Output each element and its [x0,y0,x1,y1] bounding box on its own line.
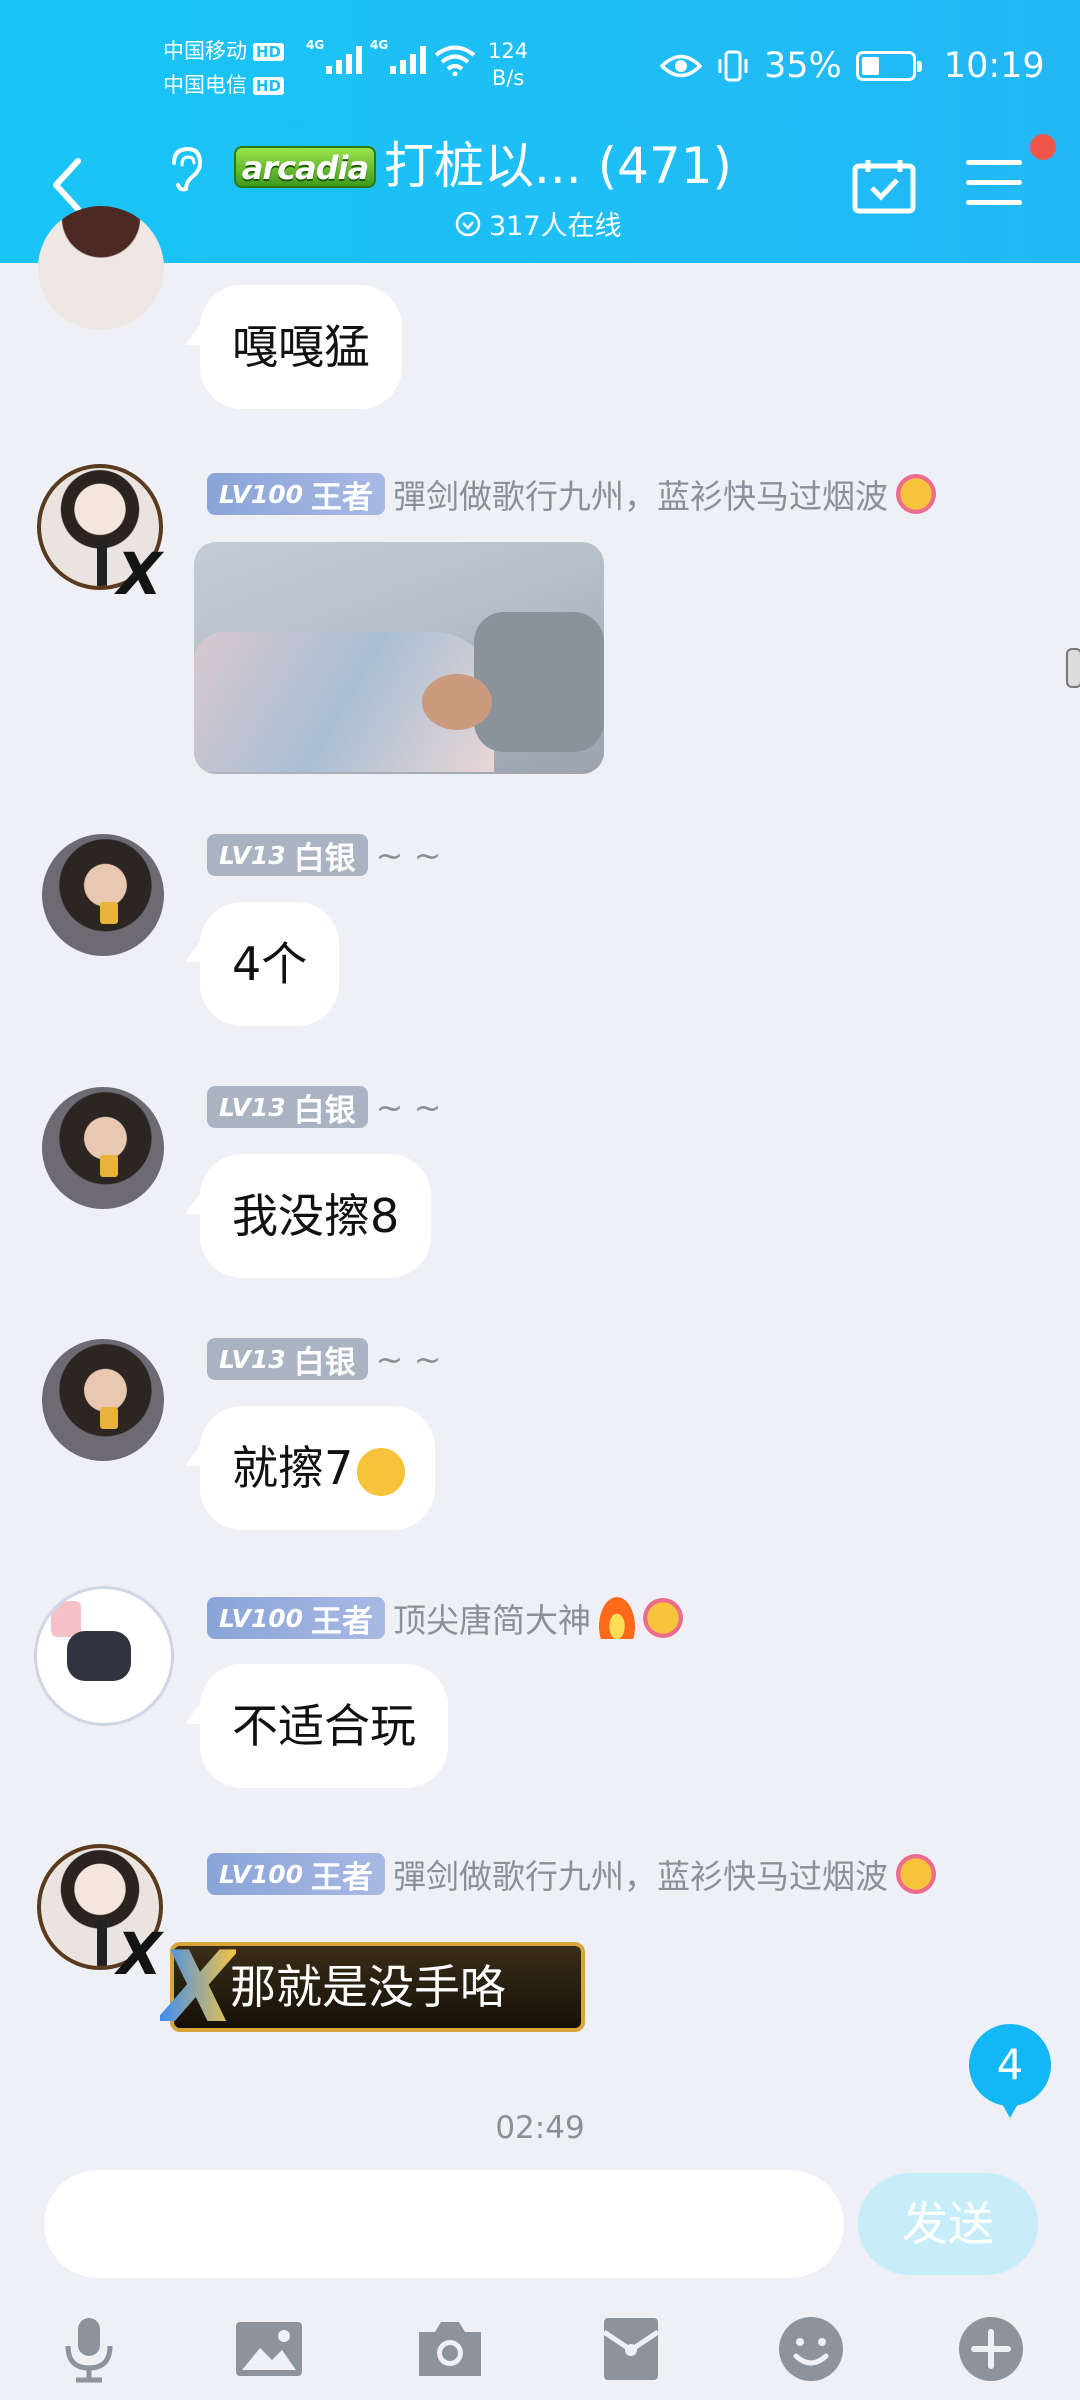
message-bubble[interactable]: 嘎嘎猛 [200,285,402,409]
message-bubble[interactable]: 不适合玩 [200,1664,448,1788]
sender-name[interactable]: ~ ~ [376,836,442,875]
sender-name[interactable]: ~ ~ [376,1340,442,1379]
red-packet-icon[interactable] [596,2314,666,2384]
battery-percent: 35% [764,46,842,86]
speed-unit: B/s [491,66,525,90]
message-bubble[interactable]: 4个 [200,902,340,1026]
network-type-2: 4G [370,38,389,52]
flower-face-emoji-icon [643,1598,684,1638]
message-input[interactable] [44,2170,844,2278]
group-title[interactable]: 打桩以... (471) [384,136,732,196]
level-badge: LV100 王者 [207,1853,386,1896]
emoji-icon[interactable] [776,2314,846,2384]
game-logo: arcadia [234,146,376,188]
avatar[interactable] [42,834,164,956]
bubble-x-decoration: X [160,1931,236,2045]
camera-icon[interactable] [415,2314,485,2384]
avatar-x-badge: X [117,1920,162,1988]
sender-meta: LV13 白银 ~ ~ [207,1086,442,1129]
avatar-x-badge: X [117,540,162,608]
sender-meta: LV100 王者 彈剑做歌行九州，蓝衫快马过烟波 [207,470,937,518]
message-text: 就擦7 [232,1441,354,1495]
hd-tag: HD [253,77,285,95]
timestamp: 02:49 [495,2110,585,2146]
status-time: 10:19 [943,46,1045,86]
level-badge: LV13 白银 [207,1086,368,1129]
avatar[interactable] [42,1339,164,1461]
online-check-icon [455,211,481,236]
online-count: 317人在线 [455,204,622,243]
message-bubble[interactable]: 我没擦8 [200,1154,432,1278]
image-icon[interactable] [234,2314,304,2384]
avatar[interactable] [42,1087,164,1209]
send-button[interactable]: 发送 [858,2173,1038,2275]
unread-count-badge[interactable]: 4 [969,2024,1051,2118]
image-message[interactable] [194,542,604,774]
eye-icon [660,54,702,78]
level-badge: LV13 白银 [207,1338,368,1381]
battery-level [861,57,879,75]
hd-tag: HD [253,43,285,61]
carrier-1: 中国移动 [163,39,247,63]
chat-header: 中国移动 HD 中国电信 HD 4G 4G 124 B/s 35% 10:19 ar… [0,0,1080,263]
carrier-2: 中国电信 [163,73,247,97]
level-badge: LV100 王者 [207,1597,386,1640]
plus-icon[interactable] [956,2314,1026,2384]
scrollbar-thumb[interactable] [1066,648,1080,688]
battery-icon [855,51,922,81]
wifi-icon [434,45,476,76]
sender-name[interactable]: 彈剑做歌行九州，蓝衫快马过烟波 [393,470,888,518]
input-toolbar [0,2290,1080,2400]
calendar-check-button[interactable] [852,158,916,214]
network-speed: 124 B/s [488,38,528,92]
sender-meta: LV100 王者 彈剑做歌行九州，蓝衫快马过烟波 [207,1850,937,1898]
menu-button[interactable] [966,160,1022,210]
sender-name[interactable]: 顶尖唐简大神 [393,1594,591,1642]
level-badge: LV13 白银 [207,834,368,877]
sender-meta: LV13 白银 ~ ~ [207,1338,442,1381]
signal-icon [390,46,426,74]
avatar[interactable] [38,206,164,330]
online-text: 317人在线 [489,211,622,242]
network-type-1: 4G [306,38,325,52]
status-bar-right: 35% 10:19 [660,46,1045,86]
flower-face-emoji-icon [896,474,937,514]
sender-name[interactable]: 彈剑做歌行九州，蓝衫快马过烟波 [393,1850,888,1898]
sleepy-face-emoji-icon [357,1448,406,1496]
fire-emoji-icon [599,1597,636,1639]
notification-dot [1030,134,1056,160]
status-bar-carriers: 中国移动 HD 中国电信 HD [163,34,285,102]
sender-name[interactable]: ~ ~ [376,1088,442,1127]
message-bubble[interactable]: 就擦7 [200,1406,436,1530]
flower-face-emoji-icon [896,1854,937,1894]
sender-meta: LV100 王者 顶尖唐简大神 [207,1594,684,1642]
microphone-icon[interactable] [54,2314,124,2384]
level-badge: LV100 王者 [207,473,386,516]
sender-meta: LV13 白银 ~ ~ [207,834,442,877]
back-button[interactable] [48,155,88,215]
ear-icon[interactable] [166,145,206,193]
avatar[interactable] [34,1586,174,1726]
signal-icon [326,46,362,74]
speed-value: 124 [488,39,529,63]
vibrate-icon [718,50,748,82]
